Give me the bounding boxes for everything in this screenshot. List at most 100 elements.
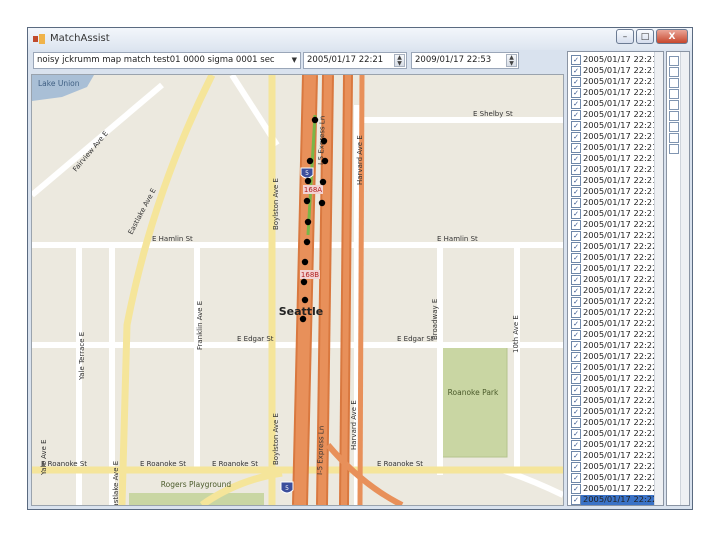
checkbox[interactable]: ✓ bbox=[571, 209, 581, 219]
list-item[interactable]: ✓2005/01/17 22:22: bbox=[568, 318, 660, 329]
checkbox[interactable]: ✓ bbox=[571, 473, 581, 483]
checkbox[interactable]: ✓ bbox=[571, 374, 581, 384]
checkbox[interactable]: ✓ bbox=[571, 154, 581, 164]
checkbox[interactable]: ✓ bbox=[571, 242, 581, 252]
checkbox[interactable]: ✓ bbox=[571, 440, 581, 450]
list-item[interactable]: ✓2005/01/17 22:22: bbox=[568, 450, 660, 461]
minimize-button[interactable]: – bbox=[616, 29, 634, 44]
checkbox[interactable] bbox=[669, 100, 679, 110]
trace-dropdown[interactable]: noisy jckrumm map match test01 0000 sigm… bbox=[33, 52, 301, 69]
list-item[interactable]: ✓ 2005/01/17 22:21: bbox=[568, 65, 660, 76]
checkbox[interactable]: ✓ bbox=[571, 55, 581, 65]
list-item[interactable]: ✓ 2005/01/17 22:21: bbox=[568, 120, 660, 131]
list-item[interactable]: ✓2005/01/17 22:22: bbox=[568, 461, 660, 472]
checkbox[interactable]: ✓ bbox=[571, 341, 581, 351]
checkbox[interactable] bbox=[669, 67, 679, 77]
map-canvas[interactable]: 5 5 168A 168B Lake Union Roanoke Park Ro… bbox=[32, 75, 563, 505]
list-item[interactable]: ✓2005/01/17 22:22: bbox=[568, 285, 660, 296]
list-item[interactable]: ✓2005/01/17 22:22: bbox=[568, 417, 660, 428]
checkbox[interactable]: ✓ bbox=[571, 297, 581, 307]
secondary-list[interactable]: EEEEEEEEE bbox=[666, 51, 690, 506]
list-item[interactable]: ✓ 2005/01/17 22:21: bbox=[568, 109, 660, 120]
list-scrollbar[interactable] bbox=[654, 52, 663, 505]
list-item[interactable]: ✓2005/01/17 22:22: bbox=[568, 340, 660, 351]
list-item[interactable]: ✓2005/01/17 22:22: bbox=[568, 241, 660, 252]
list-item[interactable]: ✓2005/01/17 22:22: bbox=[568, 219, 660, 230]
list-item[interactable]: ✓2005/01/17 22:22: bbox=[568, 274, 660, 285]
secondary-scrollbar[interactable] bbox=[680, 52, 689, 505]
checkbox[interactable]: ✓ bbox=[571, 66, 581, 76]
list-item[interactable]: ✓ 2005/01/17 22:21: bbox=[568, 98, 660, 109]
list-item[interactable]: ✓ 2005/01/17 22:21: bbox=[568, 208, 660, 219]
checkbox[interactable]: ✓ bbox=[571, 429, 581, 439]
checkbox[interactable] bbox=[669, 122, 679, 132]
checkbox[interactable]: ✓ bbox=[571, 99, 581, 109]
list-item[interactable]: ✓2005/01/17 22:22: bbox=[568, 252, 660, 263]
list-item[interactable]: ✓2005/01/17 22:22: bbox=[568, 263, 660, 274]
list-item[interactable]: ✓2005/01/17 22:22: bbox=[568, 373, 660, 384]
checkbox[interactable]: ✓ bbox=[571, 286, 581, 296]
list-item[interactable]: ✓2005/01/17 22:22: bbox=[568, 230, 660, 241]
list-item[interactable]: ✓ 2005/01/17 22:21: bbox=[568, 131, 660, 142]
checkbox[interactable]: ✓ bbox=[571, 77, 581, 87]
gps-point-list[interactable]: ✓ 2005/01/17 22:21: ✓ 2005/01/17 22:21: ✓ 200… bbox=[567, 51, 664, 506]
end-time-picker[interactable]: 2009/01/17 22:53 ▲ ▼ bbox=[411, 52, 519, 69]
list-item[interactable]: ✓2005/01/17 22:22: bbox=[568, 505, 660, 506]
list-item[interactable]: ✓2005/01/17 22:22: bbox=[568, 296, 660, 307]
checkbox[interactable]: ✓ bbox=[571, 88, 581, 98]
checkbox[interactable] bbox=[669, 78, 679, 88]
list-item[interactable]: ✓2005/01/17 22:22: bbox=[568, 362, 660, 373]
checkbox[interactable]: ✓ bbox=[571, 352, 581, 362]
checkbox[interactable]: ✓ bbox=[571, 385, 581, 395]
checkbox[interactable] bbox=[669, 111, 679, 121]
checkbox[interactable]: ✓ bbox=[571, 495, 581, 505]
list-item[interactable]: ✓2005/01/17 22:22: bbox=[568, 439, 660, 450]
start-time-picker[interactable]: 2005/01/17 22:21 ▲ ▼ bbox=[303, 52, 407, 69]
list-item[interactable]: ✓2005/01/17 22:22: bbox=[568, 406, 660, 417]
checkbox[interactable]: ✓ bbox=[571, 418, 581, 428]
checkbox[interactable]: ✓ bbox=[571, 363, 581, 373]
list-item[interactable]: ✓2005/01/17 22:22: bbox=[568, 395, 660, 406]
checkbox[interactable]: ✓ bbox=[571, 231, 581, 241]
checkbox[interactable]: ✓ bbox=[571, 462, 581, 472]
checkbox[interactable]: ✓ bbox=[571, 330, 581, 340]
checkbox[interactable]: ✓ bbox=[571, 396, 581, 406]
checkbox[interactable]: ✓ bbox=[571, 220, 581, 230]
checkbox[interactable] bbox=[669, 89, 679, 99]
checkbox[interactable]: ✓ bbox=[571, 319, 581, 329]
checkbox[interactable] bbox=[669, 56, 679, 66]
checkbox[interactable]: ✓ bbox=[571, 275, 581, 285]
close-button[interactable]: X bbox=[656, 29, 688, 44]
list-item[interactable]: ✓ 2005/01/17 22:21: bbox=[568, 186, 660, 197]
checkbox[interactable]: ✓ bbox=[571, 176, 581, 186]
checkbox[interactable]: ✓ bbox=[571, 121, 581, 131]
list-item[interactable]: ✓ 2005/01/17 22:21: bbox=[568, 142, 660, 153]
checkbox[interactable]: ✓ bbox=[571, 132, 581, 142]
list-item[interactable]: ✓ 2005/01/17 22:21: bbox=[568, 54, 660, 65]
checkbox[interactable]: ✓ bbox=[571, 165, 581, 175]
checkbox[interactable]: ✓ bbox=[571, 198, 581, 208]
list-item[interactable]: ✓ 2005/01/17 22:21: bbox=[568, 175, 660, 186]
checkbox[interactable] bbox=[669, 133, 679, 143]
list-item[interactable]: ✓ 2005/01/17 22:21: bbox=[568, 76, 660, 87]
checkbox[interactable]: ✓ bbox=[571, 407, 581, 417]
chevron-down-icon[interactable]: ▼ bbox=[292, 53, 297, 68]
list-item[interactable]: ✓2005/01/17 22:22: bbox=[568, 472, 660, 483]
checkbox[interactable]: ✓ bbox=[571, 264, 581, 274]
spinner-icon[interactable]: ▲ ▼ bbox=[506, 54, 517, 67]
checkbox[interactable]: ✓ bbox=[571, 187, 581, 197]
list-item[interactable]: ✓ 2005/01/17 22:21: bbox=[568, 87, 660, 98]
checkbox[interactable]: ✓ bbox=[571, 110, 581, 120]
list-item[interactable]: ✓2005/01/17 22:22: bbox=[568, 329, 660, 340]
list-item[interactable]: ✓ 2005/01/17 22:21: bbox=[568, 153, 660, 164]
checkbox[interactable] bbox=[669, 144, 679, 154]
checkbox[interactable]: ✓ bbox=[571, 143, 581, 153]
list-item[interactable]: ✓ 2005/01/17 22:21: bbox=[568, 164, 660, 175]
checkbox[interactable]: ✓ bbox=[571, 451, 581, 461]
maximize-button[interactable]: □ bbox=[636, 29, 654, 44]
list-item[interactable]: ✓2005/01/17 22:22: bbox=[568, 384, 660, 395]
map-view[interactable]: 5 5 168A 168B Lake Union Roanoke Park Ro… bbox=[31, 74, 564, 506]
checkbox[interactable]: ✓ bbox=[571, 484, 581, 494]
list-item[interactable]: ✓2005/01/17 22:22: bbox=[568, 428, 660, 439]
list-item[interactable]: ✓2005/01/17 22:22: bbox=[568, 494, 660, 505]
